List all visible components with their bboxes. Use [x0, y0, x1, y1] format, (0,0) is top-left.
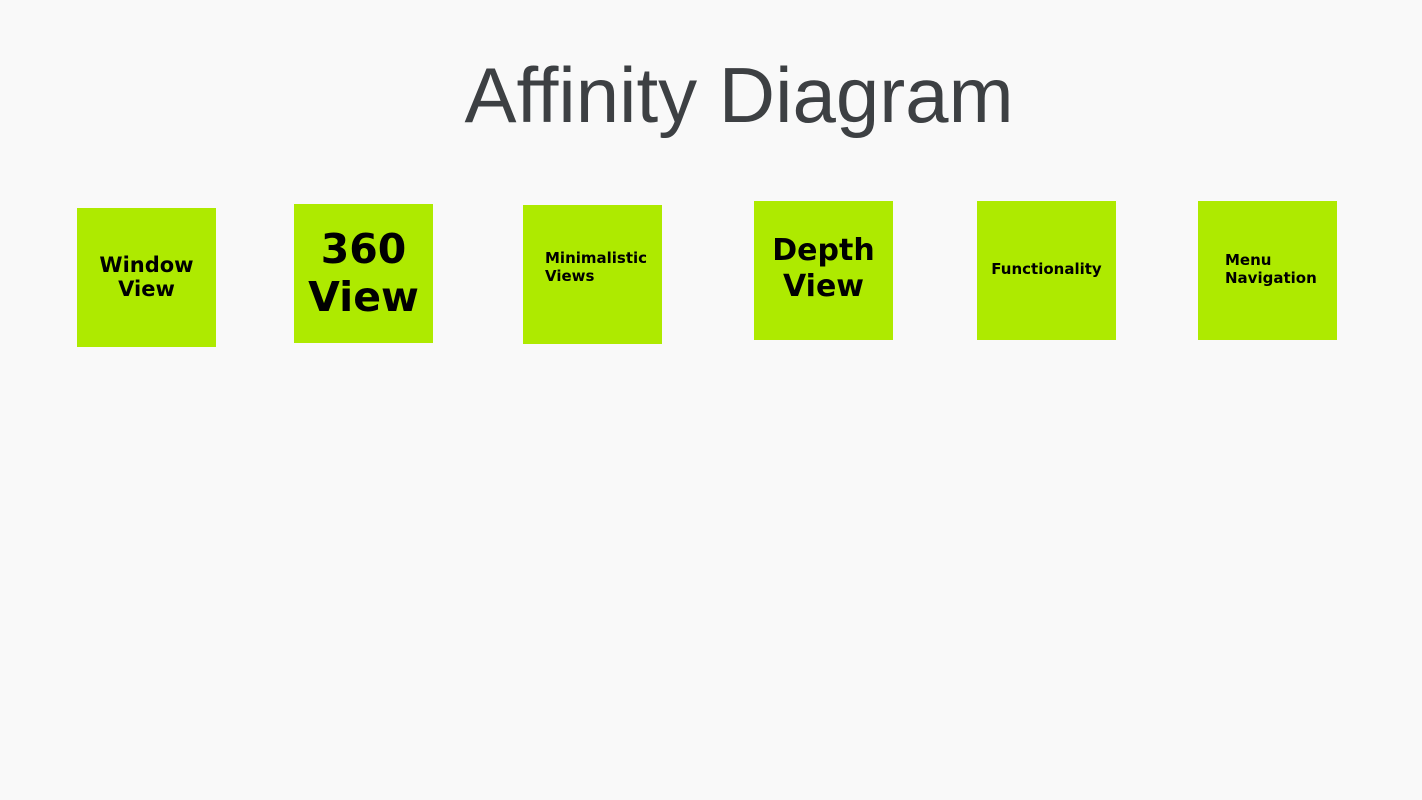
diagram-title: Affinity Diagram	[464, 51, 1014, 139]
sticky-note-window-view[interactable]: Window View	[77, 208, 216, 347]
sticky-note-label: Window View	[99, 252, 194, 301]
sticky-note-depth-view[interactable]: Depth View	[754, 201, 893, 340]
sticky-note-label: Minimalistic Views	[545, 248, 648, 285]
sticky-note-functionality[interactable]: Functionality	[977, 201, 1116, 340]
sticky-note-label: Functionality	[991, 259, 1102, 278]
sticky-note-360-view[interactable]: 360 View	[294, 204, 433, 343]
sticky-note-menu-navigation[interactable]: Menu Navigation	[1198, 201, 1337, 340]
sticky-note-label: Depth View	[772, 232, 875, 304]
sticky-note-label: 360 View	[308, 225, 419, 321]
sticky-note-label: Menu Navigation	[1225, 251, 1317, 287]
sticky-note-minimalistic-views[interactable]: Minimalistic Views	[523, 205, 662, 344]
